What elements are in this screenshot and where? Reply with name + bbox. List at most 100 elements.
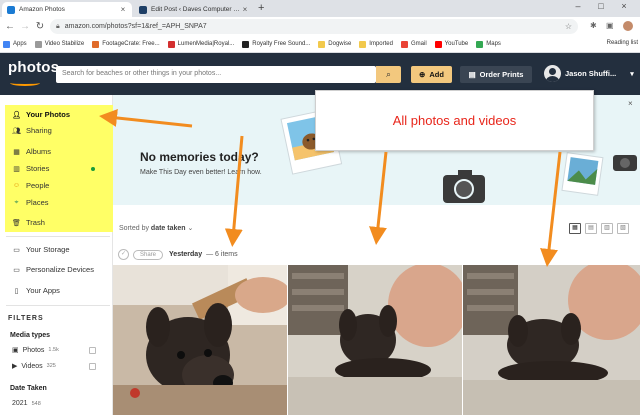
filter-photos[interactable]: ▣ Photos 1.5k: [12, 346, 96, 354]
camera-illustration: [443, 170, 485, 203]
sidebar-item-places[interactable]: ⌖ Places: [12, 198, 49, 207]
photo-thumbnail[interactable]: [113, 265, 287, 415]
photo-thumbnail[interactable]: [288, 265, 462, 415]
folder-icon: [359, 40, 367, 48]
youtube-icon: [434, 40, 442, 48]
grid-medium-icon[interactable]: ▤: [585, 223, 597, 234]
filter-checkbox[interactable]: [89, 362, 96, 370]
profile-avatar-icon[interactable]: [622, 20, 634, 32]
view-mode-toggle: ▦ ▤ ▥ ▧: [565, 223, 629, 234]
divider: [6, 305, 110, 306]
small-camera-illustration: [613, 155, 637, 171]
bookmark-royalty-free-sound[interactable]: Royalty Free Sound...: [242, 40, 310, 48]
sort-control[interactable]: Sorted by date taken ⌄: [119, 224, 193, 232]
stories-icon: ▥: [13, 165, 20, 173]
filter-year-2021[interactable]: 2021 548: [12, 400, 96, 407]
sidebar-item-your-storage[interactable]: ▭ Your Storage: [12, 245, 69, 254]
bookmark-label: Dogwise: [328, 41, 352, 47]
amazon-photos-favicon-icon: [7, 5, 15, 14]
sidebar-item-label: People: [26, 181, 50, 190]
search-input[interactable]: Search for beaches or other things in yo…: [56, 66, 376, 83]
bookmark-dogwise[interactable]: Dogwise: [318, 40, 352, 48]
bookmark-apps[interactable]: Apps: [3, 40, 27, 48]
photos-logo[interactable]: photos: [8, 59, 59, 76]
bookmark-gmail[interactable]: Gmail: [400, 40, 427, 48]
back-arrow-icon[interactable]: ←: [4, 20, 16, 33]
filter-videos[interactable]: ▶ Videos 325: [12, 362, 96, 370]
chevron-down-icon: ⌄: [187, 225, 194, 232]
forward-arrow-icon[interactable]: →: [19, 20, 31, 33]
date-taken-heading: Date Taken: [10, 385, 47, 392]
reload-icon[interactable]: ↻: [34, 20, 46, 33]
minimize-icon[interactable]: –: [570, 1, 586, 11]
order-prints-label: Order Prints: [479, 70, 524, 79]
divider: [6, 236, 110, 237]
close-icon[interactable]: ×: [241, 5, 249, 14]
pin-icon: ⌖: [14, 198, 19, 206]
order-prints-button[interactable]: ▤ Order Prints: [460, 66, 532, 83]
grid-large-icon[interactable]: ▦: [569, 223, 581, 234]
grid-list-icon[interactable]: ▧: [617, 223, 629, 234]
user-avatar-icon: [544, 65, 561, 82]
window-close-icon[interactable]: ×: [616, 1, 632, 11]
dog-photo-2: [288, 265, 462, 415]
date-group-header: ✓ Share Yesterday — 6 items: [118, 249, 238, 260]
sidebar-item-label: Trash: [26, 218, 45, 227]
share-button[interactable]: Share: [133, 249, 164, 260]
extension-puzzle-icon[interactable]: ▣: [606, 21, 614, 30]
select-all-checkbox[interactable]: ✓: [118, 249, 129, 260]
search-button[interactable]: ⌕: [376, 66, 401, 83]
bookmark-maps[interactable]: Maps: [476, 40, 501, 48]
footagecrate-icon: [92, 40, 100, 48]
lock-icon: 🔒︎: [56, 22, 60, 30]
bookmark-video-stabilize[interactable]: Video Stabilize: [34, 40, 85, 48]
sidebar-item-stories[interactable]: ▥ Stories: [12, 164, 49, 173]
date-group-count: — 6 items: [206, 251, 238, 258]
date-group-label: Yesterday: [169, 251, 203, 258]
bookmark-label: Maps: [486, 41, 501, 47]
sidebar-item-sharing[interactable]: 👥︎ Sharing: [12, 126, 52, 135]
url-field[interactable]: 🔒︎ amazon.com/photos?sf=1&ref_=APH_SNPA7…: [50, 19, 578, 34]
bookmark-label: FootageCrate: Free...: [102, 41, 160, 47]
filters-heading: FILTERS: [8, 315, 44, 322]
bookmark-imported[interactable]: Imported: [359, 40, 393, 48]
memories-subtitle[interactable]: Make This Day even better! Learn how.: [140, 169, 262, 176]
sidebar-item-your-apps[interactable]: ▯ Your Apps: [12, 286, 60, 295]
bookmark-label: Imported: [369, 41, 393, 47]
tab-edit-post[interactable]: Edit Post ‹ Daves Computer Tips ×: [134, 2, 254, 17]
add-label: Add: [429, 70, 444, 79]
sidebar-item-label: Albums: [26, 147, 52, 156]
dog-photo-3: [463, 265, 640, 415]
grid-small-icon[interactable]: ▥: [601, 223, 613, 234]
photo-thumbnail[interactable]: [463, 265, 640, 415]
sidebar-item-trash[interactable]: 🗑︎ Trash: [12, 218, 45, 227]
sort-value: date taken: [150, 225, 186, 232]
dct-favicon-icon: [139, 5, 147, 14]
reading-list-button[interactable]: Reading list: [607, 40, 638, 46]
bookmark-lumenmedia[interactable]: LumenMedia|Royal...: [167, 40, 234, 48]
sidebar-item-people[interactable]: ☺ People: [12, 181, 49, 190]
bookmark-label: Apps: [13, 41, 27, 47]
extensions-icon[interactable]: ✱: [590, 21, 597, 30]
bookmark-label: Video Stabilize: [44, 41, 85, 47]
filter-count: 1.5k: [48, 347, 59, 353]
prints-icon: ▤: [468, 70, 476, 79]
sidebar-item-your-photos[interactable]: 👤︎ Your Photos: [12, 110, 70, 119]
bookmark-footagecrate[interactable]: FootageCrate: Free...: [92, 40, 160, 48]
new-tab-button[interactable]: +: [258, 2, 264, 14]
close-icon[interactable]: ×: [628, 99, 633, 108]
video-icon: [34, 40, 42, 48]
apps-grid-icon: [3, 40, 10, 48]
filter-label: Videos: [21, 362, 43, 370]
sidebar-item-personalize-devices[interactable]: ▭ Personalize Devices: [12, 265, 94, 274]
close-icon[interactable]: ×: [119, 5, 127, 14]
bookmark-youtube[interactable]: YouTube: [434, 40, 468, 48]
maximize-icon[interactable]: □: [593, 1, 609, 11]
add-button[interactable]: ⊕ Add: [411, 66, 452, 83]
tab-amazon-photos[interactable]: Amazon Photos ×: [2, 2, 132, 17]
filter-checkbox[interactable]: [89, 346, 96, 354]
sound-icon: [242, 40, 250, 48]
bookmark-star-icon[interactable]: ☆: [565, 22, 572, 31]
sidebar-item-albums[interactable]: ▦ Albums: [12, 147, 51, 156]
user-menu[interactable]: Jason Shuffi... ▾: [544, 65, 634, 82]
